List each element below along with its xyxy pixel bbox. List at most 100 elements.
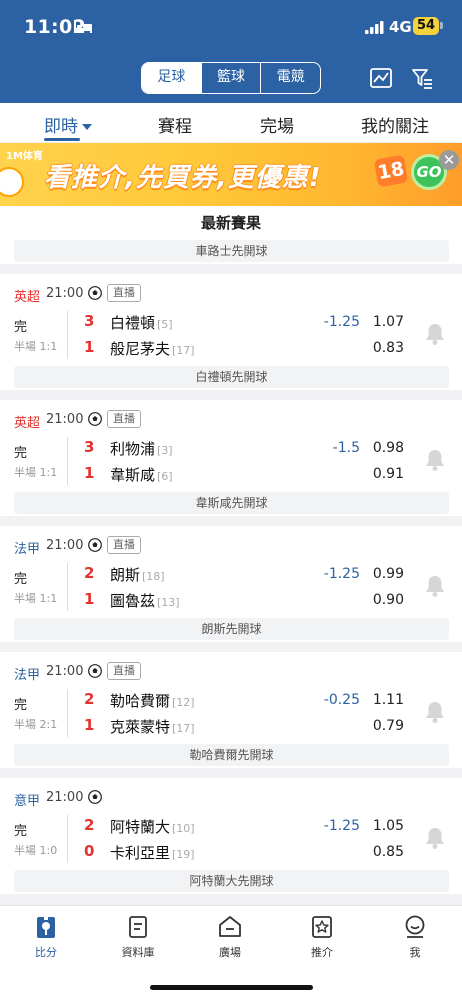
away-team[interactable]: 卡利亞里 [19] — [110, 842, 195, 863]
nav-me[interactable]: 我 — [385, 914, 445, 960]
promo-banner[interactable]: 1M体育 看推介,先買券,更優惠! 18 GO ✕ — [0, 143, 462, 206]
home-team[interactable]: 阿特蘭大 [10] — [110, 816, 195, 837]
tab-schedule[interactable]: 賽程 — [158, 112, 192, 137]
soccer-ball-icon — [88, 538, 102, 552]
tab-basketball[interactable]: 籃球 — [202, 63, 262, 93]
divider — [67, 815, 68, 863]
away-team[interactable]: 般尼茅夫 [17] — [110, 338, 195, 359]
nav-database[interactable]: 資料庫 — [108, 914, 168, 960]
match-status: 完 — [14, 446, 28, 461]
match-card[interactable]: 法甲 21:00 直播 完 半場 1:1 2 朗斯 [18] 1 圖魯茲 [13] … — [0, 526, 462, 642]
bell-icon[interactable] — [424, 322, 446, 346]
home-team[interactable]: 利物浦 [3] — [110, 438, 173, 459]
live-stream-tag[interactable]: 直播 — [107, 284, 141, 302]
away-team-name: 卡利亞里 — [110, 844, 171, 862]
tab-my-follow[interactable]: 我的關注 — [361, 112, 429, 137]
kickoff-time: 21:00 — [46, 286, 84, 301]
signal-icon — [365, 21, 384, 34]
handicap: -1.25 — [323, 818, 360, 834]
home-odds: 1.11 — [372, 692, 404, 708]
nav-score-label: 比分 — [35, 946, 57, 959]
banner-text: 看推介,先買券,更優惠! — [44, 163, 322, 193]
close-icon[interactable]: ✕ — [439, 150, 459, 170]
kickoff-note: 車路士先開球 — [14, 240, 449, 262]
match-card[interactable]: 法甲 21:00 直播 完 半場 2:1 2 勒哈費爾 [12] 1 克萊蒙特 [1… — [0, 652, 462, 768]
home-score: 3 — [84, 312, 95, 330]
tab-live[interactable]: 即時 — [44, 112, 92, 137]
home-team-rank: [3] — [157, 444, 173, 457]
league-name: 英超 — [14, 290, 41, 305]
match-status: 完 — [14, 572, 28, 587]
half-time-score: 半場 1:1 — [14, 340, 58, 353]
divider — [67, 689, 68, 737]
half-time-score: 半場 1:0 — [14, 844, 58, 857]
bell-icon[interactable] — [424, 448, 446, 472]
away-team-name: 克萊蒙特 — [110, 718, 171, 736]
home-score: 3 — [84, 438, 95, 456]
app-header: 11:02 4G 54 足球 籃球 電競 — [0, 0, 462, 103]
match-card[interactable]: 英超 21:00 直播 完 半場 1:1 3 白禮頓 [5] 1 般尼茅夫 [17]… — [0, 274, 462, 390]
document-icon — [129, 916, 147, 938]
match-card[interactable]: 意甲 21:00 完 半場 1:0 2 阿特蘭大 [10] 0 卡利亞里 [19] … — [0, 778, 462, 894]
live-stream-tag[interactable]: 直播 — [107, 536, 141, 554]
match-card[interactable]: 英超 21:00 直播 完 半場 1:1 3 利物浦 [3] 1 韋斯咸 [6] -… — [0, 400, 462, 516]
handicap: -1.25 — [323, 314, 360, 330]
divider — [0, 768, 462, 778]
kickoff-time: 21:00 — [46, 538, 84, 553]
tab-finished[interactable]: 完場 — [260, 112, 294, 137]
away-team-rank: [17] — [172, 344, 195, 357]
bell-icon[interactable] — [424, 826, 446, 850]
home-team-name: 白禮頓 — [110, 314, 156, 332]
home-team[interactable]: 朗斯 [18] — [110, 564, 165, 585]
tab-football[interactable]: 足球 — [142, 63, 202, 93]
away-score: 0 — [84, 842, 95, 860]
handicap: -1.25 — [323, 566, 360, 582]
kickoff-note: 阿特蘭大先開球 — [14, 870, 449, 892]
profile-icon — [405, 915, 425, 938]
home-team[interactable]: 白禮頓 [5] — [110, 312, 173, 333]
nav-tips[interactable]: 推介 — [292, 914, 352, 960]
home-team[interactable]: 勒哈費爾 [12] — [110, 690, 195, 711]
home-indicator[interactable] — [150, 985, 313, 990]
soccer-ball-icon — [88, 664, 102, 678]
divider — [67, 311, 68, 359]
home-team-name: 阿特蘭大 — [110, 818, 171, 836]
live-stream-tag[interactable]: 直播 — [107, 662, 141, 680]
home-score: 2 — [84, 564, 95, 582]
away-team-rank: [19] — [172, 848, 195, 861]
away-team[interactable]: 克萊蒙特 [17] — [110, 716, 195, 737]
league-name: 法甲 — [14, 542, 41, 557]
kickoff-time: 21:00 — [46, 412, 84, 427]
away-team-name: 韋斯咸 — [110, 466, 156, 484]
bell-icon[interactable] — [424, 700, 446, 724]
away-score: 1 — [84, 464, 95, 482]
away-score: 1 — [84, 338, 95, 356]
tab-esports[interactable]: 電競 — [261, 63, 320, 93]
live-stream-tag[interactable]: 直播 — [107, 410, 141, 428]
match-status: 完 — [14, 824, 28, 839]
home-team-rank: [5] — [157, 318, 173, 331]
kickoff-note: 白禮頓先開球 — [14, 366, 449, 388]
kickoff-note: 勒哈費爾先開球 — [14, 744, 449, 766]
section-title: 最新賽果 — [200, 214, 261, 232]
nav-database-label: 資料庫 — [121, 946, 155, 959]
nav-score[interactable]: 比分 — [16, 914, 76, 960]
status-bar: 11:02 4G 54 — [0, 0, 462, 54]
home-team-name: 朗斯 — [110, 566, 141, 584]
trend-chart-icon[interactable] — [370, 68, 392, 88]
home-odds: 0.98 — [372, 440, 404, 456]
divider — [67, 563, 68, 611]
filter-icon[interactable] — [411, 67, 433, 89]
away-odds: 0.85 — [372, 844, 404, 860]
away-team[interactable]: 韋斯咸 [6] — [110, 464, 173, 485]
away-odds: 0.79 — [372, 718, 404, 734]
divider — [0, 264, 462, 274]
away-team[interactable]: 圖魯茲 [13] — [110, 590, 180, 611]
divider — [0, 642, 462, 652]
away-team-name: 般尼茅夫 — [110, 340, 171, 358]
nav-plaza[interactable]: 廣場 — [200, 914, 260, 960]
home-odds: 1.05 — [372, 818, 404, 834]
half-time-score: 半場 1:1 — [14, 592, 58, 605]
nav-me-label: 我 — [409, 946, 421, 959]
bell-icon[interactable] — [424, 574, 446, 598]
